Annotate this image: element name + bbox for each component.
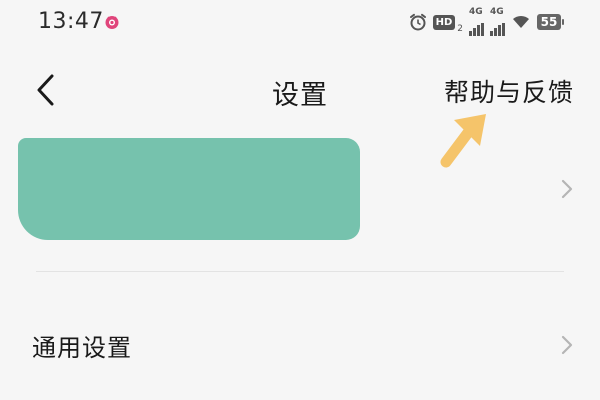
account-row[interactable] xyxy=(0,138,600,242)
wifi-icon xyxy=(513,15,529,28)
divider xyxy=(36,271,564,272)
general-settings-row[interactable]: 通用设置 xyxy=(0,310,600,380)
signal-icon: 4G xyxy=(469,6,484,36)
network-type-label: 4G xyxy=(469,6,483,17)
hd-badge: HD xyxy=(432,14,456,30)
battery-level: 55 xyxy=(537,14,561,30)
general-settings-label: 通用设置 xyxy=(32,334,132,362)
status-time: 13:47 xyxy=(38,9,104,34)
chevron-right-icon xyxy=(561,179,573,199)
status-bar: 13:47 HD 2 4G 4G 55 xyxy=(0,0,600,44)
header: 设置 帮助与反馈 xyxy=(0,60,600,120)
battery-icon: 55 xyxy=(537,14,564,30)
hd-sim-index: 2 xyxy=(457,24,463,34)
network-type-label: 4G xyxy=(490,6,504,17)
help-feedback-link[interactable]: 帮助与反馈 xyxy=(444,73,574,109)
signal-icon: 4G xyxy=(490,6,505,36)
account-info-redacted xyxy=(18,138,360,240)
chevron-right-icon xyxy=(561,335,573,355)
app-notification-icon xyxy=(105,16,119,29)
alarm-icon xyxy=(409,13,426,31)
status-icons: HD 2 4G 4G 55 xyxy=(409,6,564,36)
